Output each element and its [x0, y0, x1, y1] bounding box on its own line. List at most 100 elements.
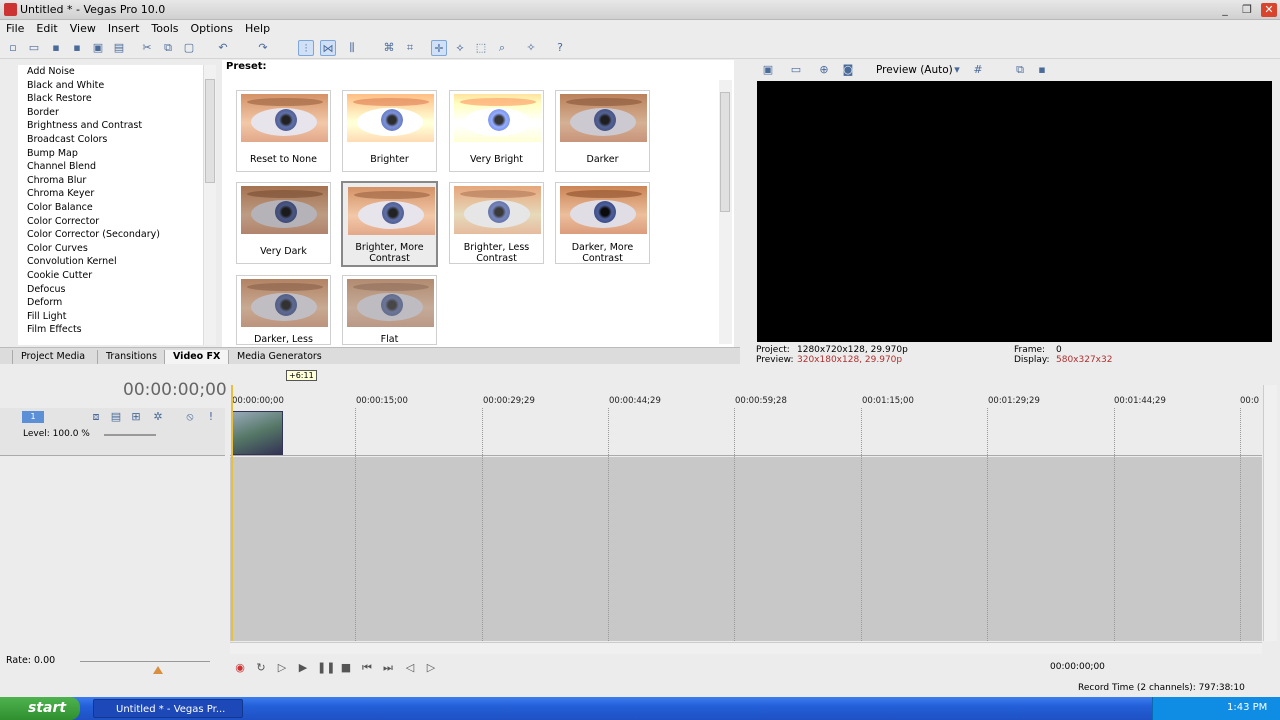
- ignore-grouping-icon[interactable]: ⌗: [402, 40, 418, 56]
- play-from-start-icon[interactable]: ▷: [274, 660, 290, 676]
- auto-crossfade-icon[interactable]: ⋈: [320, 40, 336, 56]
- list-item[interactable]: Add Noise: [18, 65, 203, 79]
- ripple-edit-icon[interactable]: ⫼: [344, 40, 360, 56]
- list-item[interactable]: Fill Light: [18, 310, 203, 324]
- timeline-horizontal-scrollbar[interactable]: [230, 642, 1262, 654]
- preset-thumbnail[interactable]: Very Dark: [236, 182, 331, 264]
- preset-thumbnail[interactable]: Darker, Less: [236, 275, 331, 345]
- video-fx-list[interactable]: Add Noise Black and White Black Restore …: [18, 65, 203, 345]
- video-event-clip[interactable]: [231, 411, 283, 455]
- envelope-edit-tool-icon[interactable]: ⟡: [452, 40, 468, 56]
- timeline-ruler[interactable]: 00:00:00;00 00:00:15;00 00:00:29;29 00:0…: [230, 388, 1262, 408]
- go-to-start-icon[interactable]: ⏮: [359, 660, 375, 676]
- project-properties-icon[interactable]: ▣: [760, 62, 776, 78]
- list-item[interactable]: Convolution Kernel: [18, 255, 203, 269]
- grid-icon[interactable]: #: [970, 62, 986, 78]
- list-item[interactable]: Brightness and Contrast: [18, 119, 203, 133]
- timeline-vertical-scrollbar[interactable]: [1263, 385, 1277, 641]
- tab-video-fx[interactable]: Video FX: [164, 350, 229, 364]
- copy-snapshot-icon[interactable]: ⧉: [1012, 62, 1028, 78]
- cursor-line[interactable]: [231, 385, 233, 641]
- solo-icon[interactable]: !: [203, 409, 219, 425]
- list-item[interactable]: Film Effects: [18, 323, 203, 337]
- snapping-icon[interactable]: ⫶: [298, 40, 314, 56]
- track-fx-icon[interactable]: ▤: [108, 409, 124, 425]
- list-item[interactable]: Color Corrector (Secondary): [18, 228, 203, 242]
- save-as-icon[interactable]: ▪: [69, 40, 85, 56]
- preset-thumbnail[interactable]: Flat: [342, 275, 437, 345]
- chevron-down-icon[interactable]: ▾: [949, 62, 965, 78]
- tab-transitions[interactable]: Transitions: [97, 350, 165, 364]
- preset-thumbnail[interactable]: Darker: [555, 90, 650, 172]
- timeline-empty-area[interactable]: [230, 457, 1262, 641]
- scroll-thumb[interactable]: [205, 79, 215, 183]
- tab-media-generators[interactable]: Media Generators: [228, 350, 330, 364]
- previous-frame-icon[interactable]: ◁: [402, 660, 418, 676]
- close-button[interactable]: ✕: [1261, 3, 1277, 17]
- level-slider[interactable]: [104, 434, 156, 436]
- preset-thumbnail[interactable]: Brighter: [342, 90, 437, 172]
- list-item[interactable]: Deform: [18, 296, 203, 310]
- video-track-lane[interactable]: [230, 408, 1262, 456]
- go-to-end-icon[interactable]: ⏭: [380, 660, 396, 676]
- list-item[interactable]: Black and White: [18, 79, 203, 93]
- whats-this-icon[interactable]: ?: [552, 40, 568, 56]
- scroll-thumb[interactable]: [720, 92, 730, 212]
- menu-tools[interactable]: Tools: [145, 20, 184, 35]
- fx-list-scrollbar[interactable]: [203, 65, 216, 345]
- render-icon[interactable]: ▣: [90, 40, 106, 56]
- rate-slider[interactable]: [80, 661, 210, 662]
- list-item[interactable]: Cookie Cutter: [18, 269, 203, 283]
- taskbar-vegas-item[interactable]: Untitled * - Vegas Pr...: [93, 699, 243, 718]
- cut-icon[interactable]: ✂: [139, 40, 155, 56]
- preset-thumbnail-selected[interactable]: Brighter, More Contrast: [341, 181, 438, 267]
- list-item[interactable]: Channel Blend: [18, 160, 203, 174]
- list-item[interactable]: Color Corrector: [18, 215, 203, 229]
- start-button[interactable]: start: [0, 697, 80, 720]
- video-track-header[interactable]: 1 ⧈ ▤ ⊞ ✲ ⦸ ! Level: 100.0 %: [0, 408, 225, 456]
- minimize-button[interactable]: _: [1217, 3, 1233, 17]
- properties-icon[interactable]: ▤: [111, 40, 127, 56]
- mute-icon[interactable]: ⦸: [182, 409, 198, 425]
- menu-view[interactable]: View: [64, 20, 102, 35]
- external-monitor-icon[interactable]: ▭: [788, 62, 804, 78]
- menu-help[interactable]: Help: [239, 20, 276, 35]
- play-icon[interactable]: ▶: [295, 660, 311, 676]
- next-frame-icon[interactable]: ▷: [423, 660, 439, 676]
- preset-thumbnail[interactable]: Darker, More Contrast: [555, 182, 650, 264]
- list-item[interactable]: Chroma Blur: [18, 174, 203, 188]
- maximize-button[interactable]: ❐: [1239, 3, 1255, 17]
- preset-thumbnail[interactable]: Brighter, Less Contrast: [449, 182, 544, 264]
- rate-slider-handle[interactable]: [153, 666, 163, 674]
- loop-playback-icon[interactable]: ↻: [253, 660, 269, 676]
- overlays-icon[interactable]: ◙: [840, 62, 856, 78]
- menu-insert[interactable]: Insert: [102, 20, 146, 35]
- open-icon[interactable]: ▭: [26, 40, 42, 56]
- stop-icon[interactable]: ■: [338, 660, 354, 676]
- paste-icon[interactable]: ▢: [181, 40, 197, 56]
- list-item[interactable]: Defocus: [18, 283, 203, 297]
- selection-edit-tool-icon[interactable]: ⬚: [473, 40, 489, 56]
- list-item[interactable]: Bump Map: [18, 147, 203, 161]
- redo-icon[interactable]: ↷: [255, 40, 271, 56]
- gear-icon[interactable]: ✲: [150, 409, 166, 425]
- lock-envelopes-icon[interactable]: ⌘: [381, 40, 397, 56]
- preset-thumbnail[interactable]: Very Bright: [449, 90, 544, 172]
- split-screen-icon[interactable]: ⊕: [816, 62, 832, 78]
- list-item[interactable]: Chroma Keyer: [18, 187, 203, 201]
- event-fx-icon[interactable]: ✧: [523, 40, 539, 56]
- list-item[interactable]: Color Curves: [18, 242, 203, 256]
- preset-thumbnail[interactable]: Reset to None: [236, 90, 331, 172]
- copy-icon[interactable]: ⧉: [160, 40, 176, 56]
- preview-quality-dropdown[interactable]: Preview (Auto): [876, 64, 953, 76]
- menu-options[interactable]: Options: [185, 20, 239, 35]
- list-item[interactable]: Black Restore: [18, 92, 203, 106]
- pause-icon[interactable]: ❚❚: [317, 660, 335, 676]
- tab-project-media[interactable]: Project Media: [12, 350, 93, 364]
- new-icon[interactable]: ▫: [5, 40, 21, 56]
- save-icon[interactable]: ▪: [48, 40, 64, 56]
- list-item[interactable]: Broadcast Colors: [18, 133, 203, 147]
- save-snapshot-icon[interactable]: ▪: [1034, 62, 1050, 78]
- menu-edit[interactable]: Edit: [30, 20, 63, 35]
- normal-edit-tool-icon[interactable]: ✛: [431, 40, 447, 56]
